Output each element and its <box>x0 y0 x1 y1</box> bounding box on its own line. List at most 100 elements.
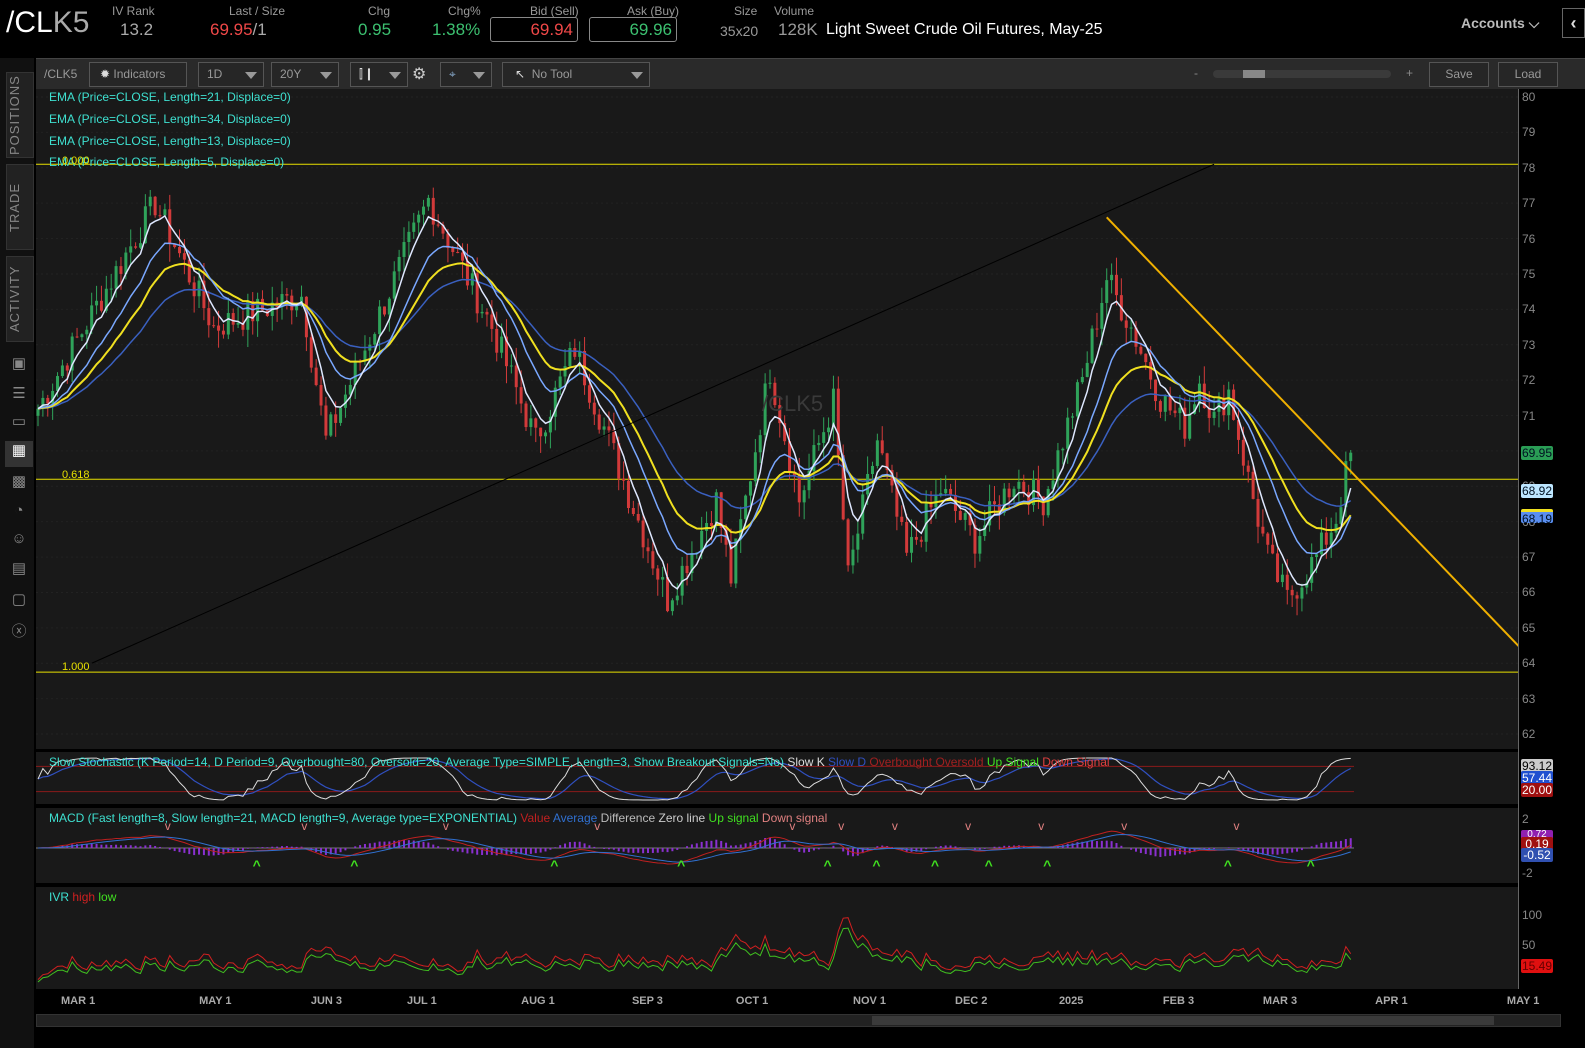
ema-13-line <box>37 242 1352 555</box>
list-icon[interactable]: ☰ <box>9 384 29 402</box>
fx-icon[interactable]: ▢ <box>9 590 29 608</box>
price-tick: 80 <box>1522 90 1536 104</box>
collapse-panel-button[interactable]: ‹ <box>1562 8 1585 38</box>
ema-price-tag: 68.19 <box>1521 509 1553 526</box>
candle-body <box>129 246 133 253</box>
aggregation-select[interactable]: 1D <box>198 62 264 87</box>
symbol-contract: K5 <box>52 6 90 39</box>
tab-trade[interactable]: TRADE <box>6 164 34 250</box>
last-price: 69.95 <box>210 20 253 39</box>
down-signal-arrow: v <box>1038 819 1044 833</box>
candle-body <box>587 385 591 403</box>
price-chart-canvas[interactable] <box>36 89 1518 749</box>
stochastic-pane[interactable]: Slow Stochastic (K Period=14, D Period=9… <box>36 752 1518 804</box>
scrollbar-thumb[interactable] <box>872 1016 1494 1025</box>
horizontal-scrollbar[interactable] <box>36 1014 1561 1027</box>
charts-grid-icon[interactable]: ▦ <box>5 441 33 467</box>
chg-value: 0.95 <box>358 20 392 39</box>
grid-layout-icon[interactable]: ▩ <box>9 472 29 490</box>
iv-rank-label: IV Rank <box>112 4 155 18</box>
people-icon[interactable]: ☺ <box>9 530 29 548</box>
calendar-icon[interactable]: ▤ <box>9 559 29 577</box>
clock-icon[interactable]: ◔ <box>9 502 29 520</box>
up-signal-arrow: ^ <box>253 857 261 873</box>
last-size: /1 <box>252 20 267 39</box>
zoom-out-button[interactable]: - <box>1194 66 1198 80</box>
range-select[interactable]: 20Y <box>271 62 339 87</box>
drawing-tool-select[interactable]: ↖ No Tool <box>502 62 650 87</box>
ivr-pane[interactable]: IVR high low <box>36 887 1518 989</box>
tab-activity[interactable]: ACTIVITY <box>6 256 34 342</box>
ask-button[interactable]: 69.96 <box>589 17 677 42</box>
price-tick: 73 <box>1522 337 1536 352</box>
zoom-slider-thumb[interactable] <box>1243 70 1265 78</box>
candlestick-icon: ⫿┃ <box>359 67 375 81</box>
price-tick: 74 <box>1522 302 1536 317</box>
iv-rank-value: 13.2 <box>120 20 154 39</box>
help-icon[interactable]: ⓧ <box>9 620 29 640</box>
volume-label: Volume <box>774 4 815 18</box>
ivr-tag: 15.49 <box>1521 959 1553 973</box>
candle-body <box>451 247 455 253</box>
candle-body <box>80 334 84 338</box>
candle-body <box>949 488 953 495</box>
study-ema21-label[interactable]: EMA (Price=CLOSE, Length=21, Displace=0) <box>49 90 291 104</box>
candle-body <box>1290 589 1294 596</box>
candle-body <box>1188 413 1192 439</box>
candle-body <box>138 243 142 248</box>
candle-body <box>563 366 567 377</box>
study-ema13-label[interactable]: EMA (Price=CLOSE, Length=13, Displace=0) <box>49 134 291 148</box>
gear-burst-icon: ✹ <box>100 67 111 81</box>
chgp-label: Chg% <box>448 4 481 18</box>
price-chart[interactable]: /CLK5 EMA (Price=CLOSE, Length=21, Displ… <box>36 89 1518 749</box>
candle-body <box>236 322 240 325</box>
candle-body <box>95 300 99 306</box>
candle-body <box>944 488 948 494</box>
dropdown-icon <box>631 72 643 79</box>
candle-body <box>456 252 460 254</box>
load-button[interactable]: Load <box>1498 62 1558 87</box>
accounts-menu[interactable]: Accounts ⌵ <box>1461 15 1539 32</box>
candle-body <box>870 465 874 474</box>
candle-body <box>666 577 670 612</box>
candle-body <box>910 536 914 553</box>
bid-button[interactable]: 69.94 <box>490 17 578 42</box>
candle-body <box>480 311 484 314</box>
chart-type-select[interactable]: ⫿┃ <box>350 62 408 87</box>
chart-panel-icon[interactable]: ▣ <box>9 354 29 372</box>
settings-gear-icon[interactable]: ⚙ <box>412 64 426 84</box>
candle-body <box>592 402 596 415</box>
zoom-slider[interactable] <box>1213 70 1391 78</box>
candle-body <box>114 266 118 289</box>
up-signal-arrow: ^ <box>931 857 939 873</box>
chart-toolbar: /CLK5 ✹ Indicators 1D 20Y ⫿┃ ⚙ ⌖ ↖ No To… <box>36 58 1585 89</box>
candle-body <box>602 426 606 430</box>
symbol-title: /CLK5 <box>6 6 89 40</box>
save-button[interactable]: Save <box>1429 62 1489 87</box>
tv-icon[interactable]: ▭ <box>9 412 29 430</box>
macd-label[interactable]: MACD (Fast length=8, Slow length=21, MAC… <box>49 811 517 825</box>
candle-body <box>934 494 938 508</box>
candle-body <box>1080 376 1084 383</box>
stochastic-label[interactable]: Slow Stochastic (K Period=14, D Period=9… <box>49 755 784 769</box>
drawing-set-select[interactable]: ⌖ <box>440 62 492 87</box>
oversold-tag: 20.00 <box>1521 783 1553 797</box>
zoom-in-button[interactable]: + <box>1406 66 1413 80</box>
ema-price-tag: 68.92 <box>1521 484 1553 498</box>
candle-body <box>426 197 430 207</box>
candle-body <box>109 288 113 290</box>
candle-body <box>963 513 967 520</box>
candle-body <box>90 305 94 330</box>
study-ema34-label[interactable]: EMA (Price=CLOSE, Length=34, Displace=0) <box>49 112 291 126</box>
candle-body <box>158 215 162 217</box>
candle-body <box>1149 362 1153 380</box>
indicators-button[interactable]: ✹ Indicators <box>89 62 187 87</box>
tab-positions[interactable]: POSITIONS <box>6 72 34 158</box>
macd-pane[interactable]: v ^ v ^ v ^ v ^ v ^ v ^ v ^ v ^ v ^ v ^ v ^ MACD (Fast length… <box>36 808 1518 883</box>
price-tick: 67 <box>1522 550 1536 565</box>
candle-body <box>539 427 543 437</box>
chart-symbol[interactable]: /CLK5 <box>44 67 77 81</box>
candle-body <box>607 426 611 431</box>
candle-body <box>646 547 650 552</box>
ivr-label[interactable]: IVR <box>49 890 69 904</box>
